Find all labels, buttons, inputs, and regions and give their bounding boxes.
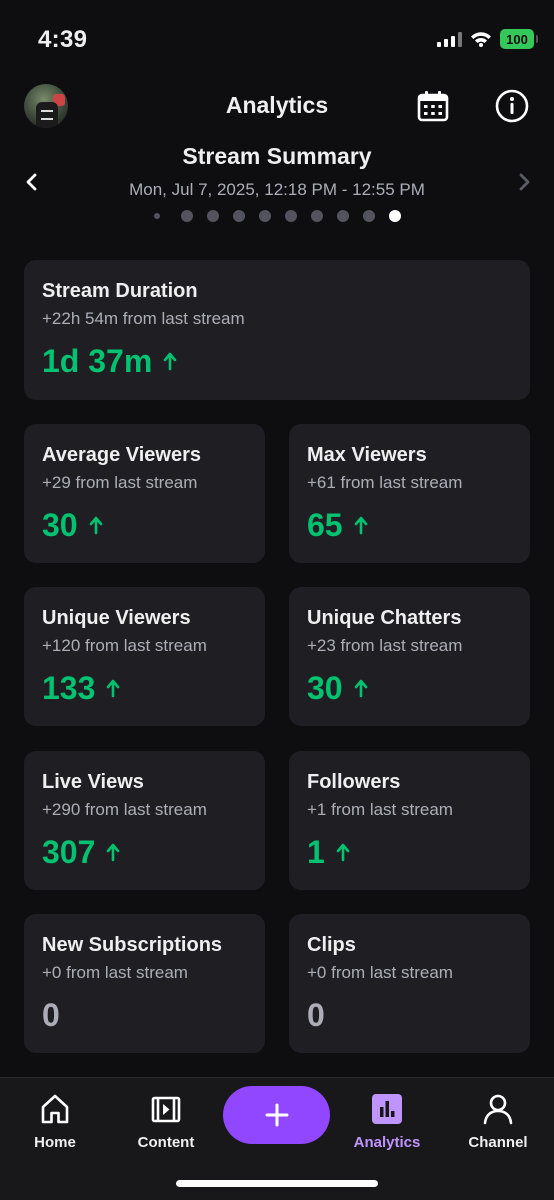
trend-up-icon <box>107 843 120 862</box>
unique-chatters-card: Unique Chatters +23 from last stream 30 <box>289 587 530 726</box>
home-indicator <box>176 1180 378 1187</box>
info-icon[interactable] <box>494 88 530 124</box>
page-dot[interactable] <box>258 210 271 222</box>
plus-icon <box>265 1103 288 1127</box>
card-title: Unique Viewers <box>42 607 191 629</box>
card-value: 1d 37m <box>42 343 153 379</box>
tab-channel[interactable]: Channel <box>443 1092 553 1151</box>
card-value: 0 <box>307 997 325 1033</box>
trend-up-icon <box>336 843 350 862</box>
tab-label: Home <box>34 1134 76 1151</box>
trend-up-icon <box>354 516 367 535</box>
card-value: 0 <box>42 997 60 1033</box>
summary-title: Stream Summary <box>182 143 372 169</box>
card-value: 30 <box>42 507 78 543</box>
tab-analytics[interactable]: Analytics <box>332 1092 442 1151</box>
card-title: Max Viewers <box>307 444 427 466</box>
card-title: Unique Chatters <box>307 607 462 629</box>
tab-label: Content <box>137 1134 195 1151</box>
card-value: 30 <box>307 670 343 706</box>
trend-up-icon <box>89 516 102 535</box>
tab-label: Channel <box>468 1134 528 1151</box>
content-icon <box>151 1096 181 1123</box>
status-indicators: 100 <box>437 29 538 49</box>
unique-viewers-card: Unique Viewers +120 from last stream 133 <box>24 587 265 726</box>
trend-up-icon <box>163 352 177 371</box>
card-delta: +0 from last stream <box>42 963 188 982</box>
status-time: 4:39 <box>38 26 88 53</box>
card-value: 65 <box>307 507 343 543</box>
tab-label: Analytics <box>353 1134 421 1151</box>
next-stream-button[interactable] <box>514 172 534 192</box>
card-delta: +290 from last stream <box>42 800 207 819</box>
page-dot[interactable] <box>362 210 375 222</box>
average-viewers-card: Average Viewers +29 from last stream 30 <box>24 424 265 563</box>
card-value: 1 <box>307 834 325 870</box>
card-delta: +22h 54m from last stream <box>42 309 245 328</box>
page-dot[interactable] <box>310 210 323 222</box>
analytics-icon <box>372 1094 402 1124</box>
tab-content[interactable]: Content <box>111 1092 221 1151</box>
card-delta: +1 from last stream <box>307 800 453 819</box>
card-value: 133 <box>42 670 96 706</box>
page-dot[interactable] <box>284 210 297 222</box>
card-title: Stream Duration <box>42 280 198 302</box>
page-dot[interactable] <box>153 213 160 219</box>
card-delta: +29 from last stream <box>42 473 198 492</box>
card-delta: +0 from last stream <box>307 963 453 982</box>
battery-icon: 100 <box>500 29 538 49</box>
home-icon <box>41 1094 69 1124</box>
calendar-icon[interactable] <box>415 88 451 124</box>
analytics-screen: 4:39 100 Analytics Stream Summary Mon, J… <box>0 0 554 1200</box>
wifi-icon <box>470 31 492 47</box>
create-button[interactable] <box>223 1086 330 1144</box>
page-dot[interactable] <box>206 210 219 222</box>
page-title: Analytics <box>225 92 329 118</box>
stream-duration-card: Stream Duration +22h 54m from last strea… <box>24 260 530 400</box>
max-viewers-card: Max Viewers +61 from last stream 65 <box>289 424 530 563</box>
page-indicator <box>0 210 554 222</box>
followers-card: Followers +1 from last stream 1 <box>289 751 530 890</box>
trend-up-icon <box>107 679 120 698</box>
card-delta: +120 from last stream <box>42 636 207 655</box>
card-title: Live Views <box>42 771 144 793</box>
tab-home[interactable]: Home <box>0 1092 110 1151</box>
page-dot[interactable] <box>232 210 245 222</box>
page-dot-active[interactable] <box>388 210 401 222</box>
summary-date-range: Mon, Jul 7, 2025, 12:18 PM - 12:55 PM <box>129 180 425 199</box>
card-title: New Subscriptions <box>42 934 223 956</box>
trend-up-icon <box>354 679 367 698</box>
signal-icon <box>437 31 462 47</box>
clips-card: Clips +0 from last stream 0 <box>289 914 530 1053</box>
card-title: Average Viewers <box>42 444 201 466</box>
channel-icon <box>483 1094 513 1125</box>
card-title: Clips <box>307 934 356 956</box>
card-value: 307 <box>42 834 96 870</box>
card-delta: +61 from last stream <box>307 473 463 492</box>
live-views-card: Live Views +290 from last stream 307 <box>24 751 265 890</box>
card-title: Followers <box>307 771 401 793</box>
battery-level: 100 <box>506 31 528 47</box>
card-delta: +23 from last stream <box>307 636 463 655</box>
page-dot[interactable] <box>336 210 349 222</box>
new-subscriptions-card: New Subscriptions +0 from last stream 0 <box>24 914 265 1053</box>
page-dot[interactable] <box>180 210 193 222</box>
